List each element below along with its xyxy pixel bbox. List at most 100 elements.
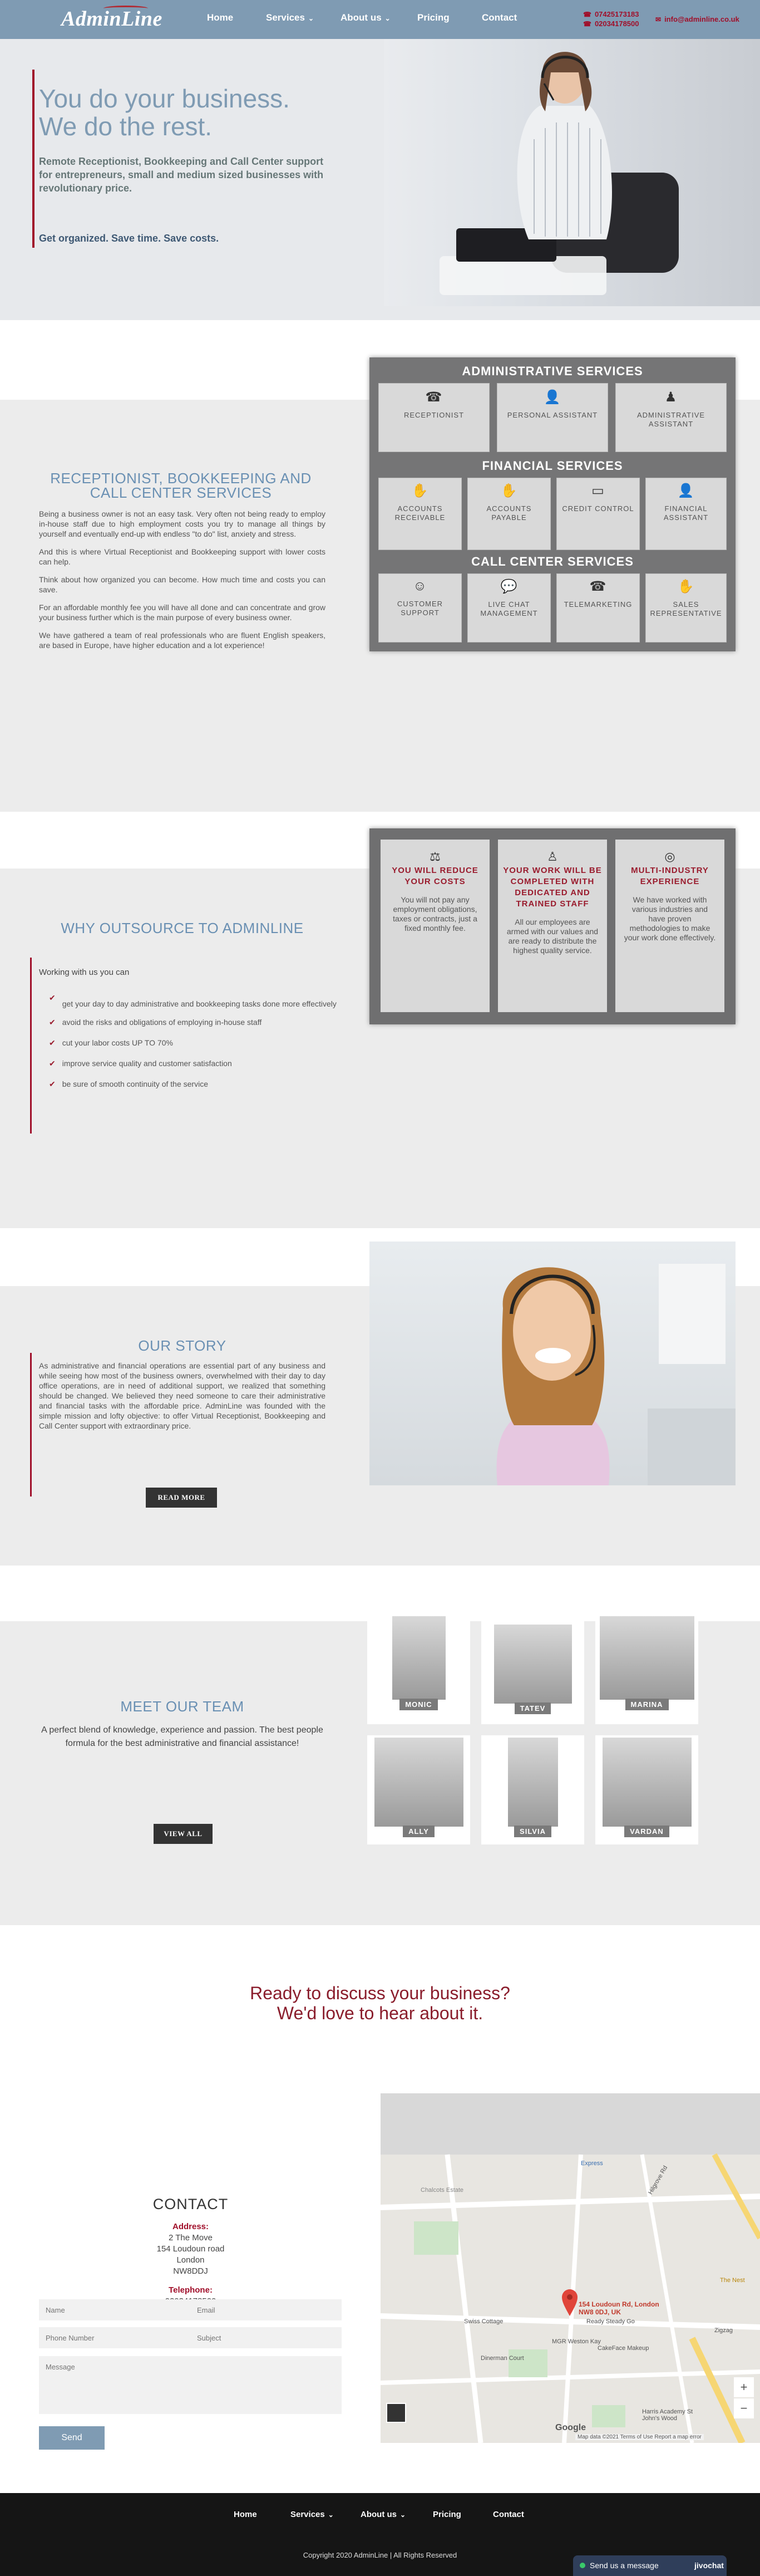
service-card-sales-representative[interactable]: ✋ SALES REPRESENTATIVE	[645, 573, 727, 642]
service-card-customer-support[interactable]: ☺ CUSTOMER SUPPORT	[378, 573, 462, 642]
benefit-card-experience: ◎ MULTI-INDUSTRY EXPERIENCE We have work…	[615, 840, 724, 1012]
message-input[interactable]	[39, 2356, 342, 2414]
team-member-photo	[374, 1738, 463, 1827]
nav-services[interactable]: Services ⌄	[266, 12, 314, 23]
services-paragraph: Being a business owner is not an easy ta…	[39, 509, 325, 538]
map-label: MGR Weston Kay	[552, 2338, 601, 2345]
services-intro-text: Being a business owner is not an easy ta…	[39, 509, 325, 650]
footer-nav-services[interactable]: Services ⌄	[290, 2510, 334, 2519]
team-member-vardan[interactable]: VARDAN	[595, 1735, 698, 1844]
service-card-label: ADMINISTRATIVE ASSISTANT	[636, 411, 705, 428]
chat-widget[interactable]: Send us a message jivochat	[573, 2555, 727, 2576]
nav-services-label: Services	[266, 12, 305, 23]
bullet-item: ✔ improve service quality and customer sa…	[49, 1059, 338, 1068]
handshake-icon: ✋	[677, 579, 695, 594]
footer-nav-about[interactable]: About us ⌄	[361, 2510, 406, 2519]
service-card-label: RECEPTIONIST	[403, 411, 465, 419]
checkmark-icon: ✔	[49, 1059, 56, 1068]
team-member-monic[interactable]: MONIC	[367, 1613, 470, 1724]
team-member-name: MARINA	[625, 1699, 669, 1710]
payment-icon: ✋	[500, 483, 518, 498]
name-input[interactable]	[39, 2299, 190, 2320]
header-email[interactable]: ✉ info@adminline.co.uk	[655, 15, 739, 23]
map-label: Swiss Cottage	[464, 2318, 504, 2325]
services-paragraph: And this is where Virtual Receptionist a…	[39, 547, 325, 566]
map-label: Express	[581, 2160, 603, 2167]
email-input[interactable]	[190, 2299, 342, 2320]
team-member-marina[interactable]: MARINA	[595, 1613, 698, 1724]
service-card-credit-control[interactable]: ▭ CREDIT CONTROL	[556, 478, 640, 550]
service-card-accounts-receivable[interactable]: ✋ ACCOUNTS RECEIVABLE	[378, 478, 462, 550]
phone-input[interactable]	[39, 2327, 190, 2348]
service-card-accounts-payable[interactable]: ✋ ACCOUNTS PAYABLE	[467, 478, 551, 550]
address-label: Address:	[172, 2222, 209, 2231]
header-phone-1[interactable]: ☎ 07425173183	[583, 10, 639, 18]
bullet-item: ✔ be sure of smooth continuity of the ser…	[49, 1080, 338, 1089]
footer-nav-services-label: Services	[290, 2510, 325, 2519]
services-paragraph: We have gathered a team of real professi…	[39, 631, 325, 650]
nav-contact[interactable]: Contact	[482, 12, 517, 23]
globe-icon: ◎	[664, 850, 675, 863]
service-card-live-chat[interactable]: 💬 LIVE CHAT MANAGEMENT	[467, 573, 551, 642]
outsource-bullets: ✔ get your day to day administrative and …	[49, 993, 338, 1089]
subject-input[interactable]	[190, 2327, 342, 2348]
send-button[interactable]: Send	[39, 2426, 105, 2450]
team-member-name: SILVIA	[514, 1826, 551, 1837]
map-type-toggle[interactable]	[386, 2403, 406, 2423]
chat-brand: jivochat	[694, 2561, 724, 2570]
online-status-icon	[580, 2563, 585, 2568]
service-card-personal-assistant[interactable]: 👤 PERSONAL ASSISTANT	[497, 383, 608, 452]
chat-label: Send us a message	[590, 2561, 659, 2570]
zoom-out-button[interactable]: −	[734, 2398, 754, 2418]
story-photo	[369, 1242, 736, 1485]
map-streets	[381, 2093, 760, 2443]
telemarketing-icon: ☎	[589, 579, 607, 594]
cta-line-2: We'd love to hear about it.	[277, 2003, 483, 2023]
nav-pricing[interactable]: Pricing	[417, 12, 450, 23]
footer-nav-home[interactable]: Home	[234, 2510, 257, 2519]
team-member-photo	[602, 1738, 692, 1827]
view-all-button[interactable]: VIEW ALL	[154, 1824, 213, 1844]
footer-nav-contact[interactable]: Contact	[493, 2510, 524, 2519]
team-member-name: ALLY	[403, 1826, 435, 1837]
hero-receptionist-photo	[384, 39, 760, 306]
zoom-in-button[interactable]: +	[734, 2377, 754, 2397]
person-icon: 👤	[544, 390, 561, 405]
map-label: Chalcots Estate	[421, 2187, 464, 2194]
service-card-label: ACCOUNTS PAYABLE	[486, 504, 532, 522]
hero-title-line-1: You do your business.	[39, 84, 290, 113]
team-member-silvia[interactable]: SILVIA	[481, 1735, 584, 1844]
team-member-tatev[interactable]: TATEV	[481, 1621, 584, 1724]
story-accent-bar	[30, 1353, 32, 1496]
team-icon: ♙	[547, 850, 558, 863]
headset-icon: ☺	[413, 578, 427, 593]
benefit-heading: YOU WILL REDUCE YOUR COSTS	[392, 866, 478, 886]
bullet-text: improve service quality and customer sat…	[62, 1059, 232, 1068]
service-card-receptionist[interactable]: ☎ RECEPTIONIST	[378, 383, 490, 452]
address-line: 154 Loudoun road	[156, 2244, 225, 2254]
map-attribution[interactable]: Map data ©2021 Terms of Use Report a map…	[575, 2434, 704, 2440]
team-member-ally[interactable]: ALLY	[367, 1735, 470, 1844]
team-text: A perfect blend of knowledge, experience…	[41, 1725, 323, 1748]
location-map[interactable]: 154 Loudoun Rd, London NW8 0DJ, UK Chalc…	[381, 2093, 760, 2443]
service-card-label: TELEMARKETING	[564, 600, 633, 609]
hero-subtitle: Remote Receptionist, Bookkeeping and Cal…	[39, 156, 324, 194]
footer-nav-pricing[interactable]: Pricing	[433, 2510, 461, 2519]
nav-about[interactable]: About us ⌄	[340, 12, 391, 23]
team-title: MEET OUR TEAM	[120, 1698, 244, 1715]
telephone-label: Telephone:	[169, 2285, 213, 2295]
benefit-card-staff: ♙ YOUR WORK WILL BE COMPLETED WITH DEDIC…	[498, 840, 607, 1012]
service-card-label: LIVE CHAT MANAGEMENT	[480, 600, 538, 617]
mail-icon: ✉	[655, 16, 662, 23]
service-card-administrative-assistant[interactable]: ♟ ADMINISTRATIVE ASSISTANT	[615, 383, 727, 452]
read-more-button[interactable]: READ MORE	[146, 1488, 217, 1508]
header-phone-2[interactable]: ☎ 02034178500	[583, 19, 639, 28]
map-label: Dinerman Court	[481, 2355, 524, 2362]
service-card-financial-assistant[interactable]: 👤 FINANCIAL ASSISTANT	[645, 478, 727, 550]
services-paragraph: For an affordable monthly fee you will h…	[39, 603, 325, 622]
nav-home[interactable]: Home	[207, 12, 233, 23]
team-member-name: VARDAN	[624, 1826, 669, 1837]
service-card-telemarketing[interactable]: ☎ TELEMARKETING	[556, 573, 640, 642]
cta-heading: Ready to discuss your business? We'd lov…	[0, 1983, 760, 2023]
hero-title: You do your business. We do the rest.	[39, 85, 351, 140]
